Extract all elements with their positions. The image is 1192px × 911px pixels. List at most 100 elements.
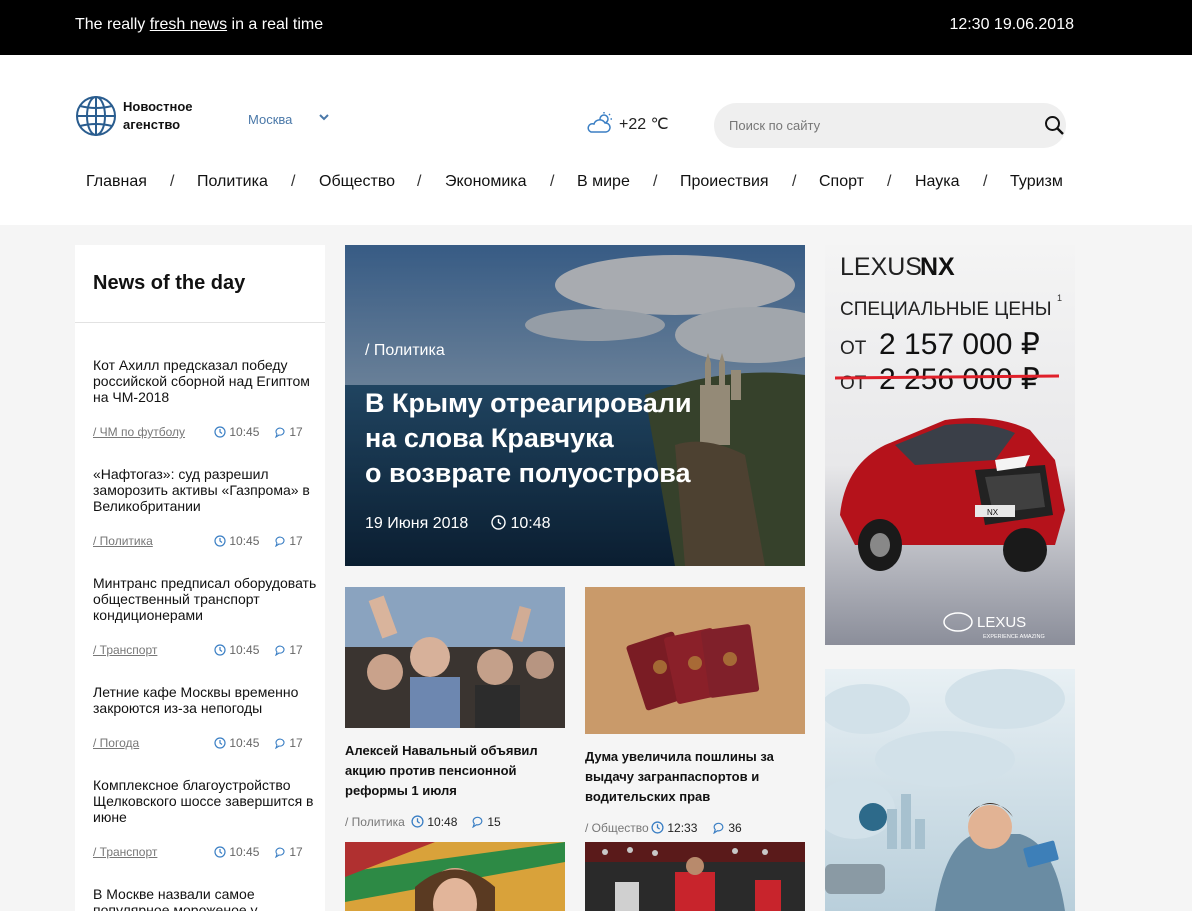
- news-title[interactable]: Летние кафе Москвы временно закроются из…: [93, 684, 323, 716]
- nav-item-politics[interactable]: Политика: [197, 173, 268, 191]
- nav-separator: /: [550, 173, 555, 190]
- news-comments-value: 17: [289, 534, 303, 548]
- comment-icon: [275, 427, 285, 438]
- logo-line-1: Новостное: [123, 99, 193, 114]
- nav-separator: /: [983, 173, 988, 190]
- hero-article[interactable]: / Политика В Крыму отреагировали на слов…: [345, 245, 805, 566]
- clock-icon: [411, 815, 424, 828]
- card-category[interactable]: / Общество: [585, 821, 649, 835]
- news-category[interactable]: / ЧМ по футболу: [93, 425, 185, 439]
- news-title[interactable]: Минтранс предписал оборудовать обществен…: [93, 575, 323, 623]
- nav-separator: /: [887, 173, 892, 190]
- hero-time-value: 10:48: [510, 515, 551, 532]
- news-title[interactable]: Кот Ахилл предсказал победу российской с…: [93, 357, 323, 405]
- clock-icon: [214, 644, 226, 656]
- tagline-text: The really: [75, 16, 150, 33]
- tagline-link[interactable]: fresh news: [150, 16, 227, 33]
- nav-item-sport[interactable]: Спорт: [819, 173, 864, 191]
- tagline: The really fresh news in a real time: [75, 16, 323, 34]
- card-comments-value: 36: [728, 821, 742, 835]
- site-header: Новостное агенство Москва +22 ℃ Главная /…: [0, 55, 1192, 225]
- current-datetime: 12:30 19.06.2018: [949, 16, 1074, 33]
- nav-item-incidents[interactable]: Проиествия: [680, 173, 769, 191]
- news-meta: / Политика 10:45 17: [93, 534, 323, 550]
- city-selector[interactable]: Москва: [248, 112, 292, 127]
- fitness-ad-banner[interactable]: [825, 669, 1075, 911]
- ad-price-prefix-old: ОТ: [840, 373, 867, 394]
- news-time-value: 10:45: [229, 425, 260, 439]
- nav-item-tourism[interactable]: Туризм: [1010, 173, 1063, 191]
- news-comments-value: 17: [289, 425, 303, 439]
- news-comments: 17: [274, 845, 303, 859]
- search-input[interactable]: [729, 103, 1029, 148]
- comment-icon: [472, 816, 483, 828]
- news-category[interactable]: / Транспорт: [93, 845, 157, 859]
- card-meta: / Политика 10:48 15: [345, 815, 565, 831]
- news-title[interactable]: Комплексное благоустройство Щелковского …: [93, 777, 323, 825]
- nav-separator: /: [792, 173, 797, 190]
- card-time: 12:33: [651, 821, 697, 835]
- hero-category[interactable]: / Политика: [365, 342, 445, 360]
- news-time-value: 10:45: [229, 643, 260, 657]
- divider: [75, 322, 325, 323]
- woman-photo: [345, 842, 565, 911]
- temperature: +22 ℃: [619, 116, 669, 133]
- news-category[interactable]: / Погода: [93, 736, 139, 750]
- card-image[interactable]: [345, 587, 565, 728]
- card-time-value: 10:48: [427, 815, 458, 829]
- news-category[interactable]: / Политика: [93, 534, 153, 548]
- card-title-line: выдачу загранпаспортов и: [585, 769, 760, 784]
- cloud-sun-icon: [587, 112, 612, 133]
- nav-separator: /: [417, 173, 422, 190]
- top-bar: The really fresh news in a real time 12:…: [0, 0, 1192, 55]
- passports-photo: [585, 587, 805, 734]
- news-comments: 17: [274, 736, 303, 750]
- card-image[interactable]: [345, 842, 565, 911]
- ad-footnote: 1: [1057, 293, 1062, 303]
- hero-time: 10:48: [491, 515, 551, 533]
- news-title[interactable]: «Нафтогаз»: суд разрешил заморозить акти…: [93, 466, 323, 514]
- globe-icon: [76, 96, 116, 136]
- nav-item-main[interactable]: Главная: [86, 173, 147, 191]
- news-title[interactable]: В Москве назвали самое популярное мороже…: [93, 886, 323, 911]
- nav-separator: /: [291, 173, 296, 190]
- lexus-ad: LEXUS NX СПЕЦИАЛЬНЫЕ ЦЕНЫ 1 ОТ 2 157 000…: [825, 245, 1075, 645]
- comment-icon: [275, 536, 285, 547]
- chevron-down-icon[interactable]: [318, 111, 330, 123]
- card-title[interactable]: Дума увеличила пошлины за выдачу загранп…: [585, 747, 805, 807]
- ad-logo-text: LEXUS: [977, 614, 1026, 631]
- card-comments: 36: [712, 821, 742, 835]
- news-card: [585, 842, 805, 911]
- card-meta: / Общество 12:33 36: [585, 821, 805, 837]
- site-logo[interactable]: Новостное агенство: [75, 95, 225, 137]
- news-category[interactable]: / Транспорт: [93, 643, 157, 657]
- nav-item-science[interactable]: Наука: [915, 173, 960, 191]
- comment-icon: [275, 738, 285, 749]
- card-image[interactable]: [585, 842, 805, 911]
- news-time: 10:45: [214, 845, 259, 859]
- nav-item-world[interactable]: В мире: [577, 173, 630, 191]
- ad-price-old: 2 256 000 ₽: [879, 363, 1040, 396]
- clock-icon: [214, 535, 226, 547]
- panel-heading: News of the day: [93, 272, 246, 294]
- nav-item-society[interactable]: Общество: [319, 173, 395, 191]
- ad-logo-sub: EXPERIENCE AMAZING: [983, 634, 1045, 640]
- news-meta: / Транспорт 10:45 17: [93, 845, 323, 861]
- card-category[interactable]: / Политика: [345, 815, 405, 829]
- search-icon[interactable]: [1044, 115, 1065, 136]
- hero-title[interactable]: В Крыму отреагировали на слова Кравчука …: [365, 386, 745, 491]
- list-item: В Москве назвали самое популярное мороже…: [93, 886, 323, 911]
- card-title[interactable]: Алексей Навальный объявил акцию против п…: [345, 741, 565, 801]
- card-title-line: акцию против пенсионной: [345, 763, 517, 778]
- news-comments-value: 17: [289, 845, 303, 859]
- logo-line-2: агенство: [123, 117, 181, 132]
- card-image[interactable]: [585, 587, 805, 734]
- comment-icon: [275, 847, 285, 858]
- clock-icon: [214, 737, 226, 749]
- clock-icon: [491, 515, 506, 530]
- clock-icon: [214, 846, 226, 858]
- nav-item-economy[interactable]: Экономика: [445, 173, 527, 191]
- comment-icon: [275, 645, 285, 656]
- clock-icon: [651, 821, 664, 834]
- lexus-ad-banner[interactable]: LEXUS NX СПЕЦИАЛЬНЫЕ ЦЕНЫ 1 ОТ 2 157 000…: [825, 245, 1075, 645]
